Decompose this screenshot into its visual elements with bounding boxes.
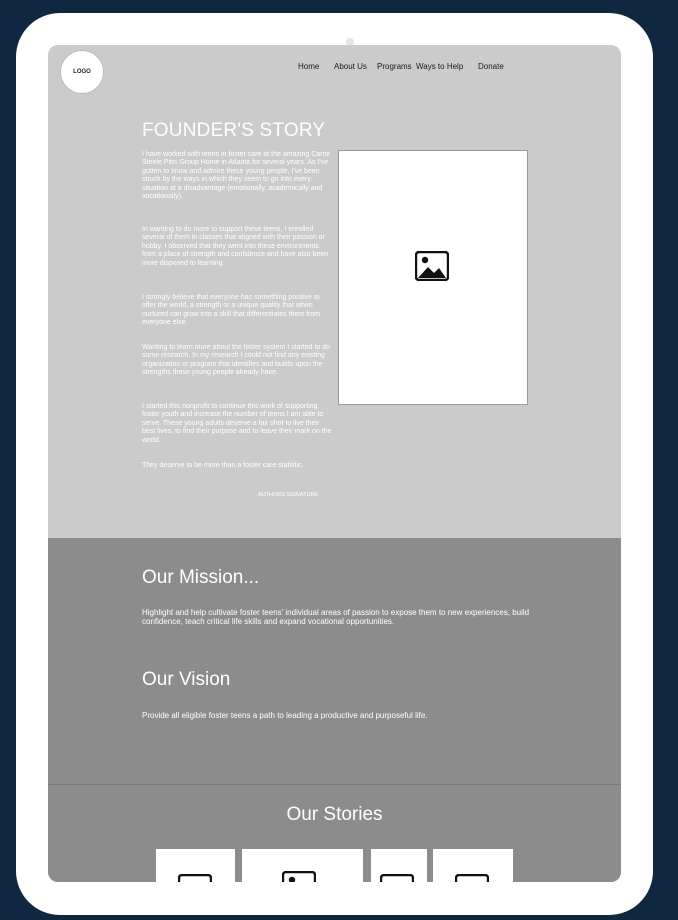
mission-vision-section: Our Mission... Highlight and help cultiv… [48,538,621,784]
story-card[interactable] [371,849,427,882]
story-image-icon [282,871,316,882]
stories-title: Our Stories [286,804,383,825]
story-card[interactable] [156,849,235,882]
founder-paragraph: I strongly believe that everyone has som… [142,294,321,327]
vision-text: Provide all eligible foster teens a path… [142,711,428,720]
story-image-icon [455,874,489,882]
story-card[interactable] [433,849,513,882]
founder-paragraph: Wanting to learn more about the foster s… [142,344,331,377]
vision-title: Our Vision [142,669,231,690]
stories-section: Our Stories [48,784,621,882]
founder-paragraph: In wanting to do more to support these t… [142,226,329,267]
story-image-icon [380,874,414,882]
nav-ways-to-help[interactable]: Ways to Help [416,62,463,71]
founder-title: FOUNDER'S STORY [142,120,326,141]
logo[interactable]: LOGO [60,50,104,94]
nav-about-us[interactable]: About Us [334,62,367,71]
founder-paragraph: They deserve to be more than a foster ca… [142,462,304,469]
mission-text: Highlight and help cultivate foster teen… [142,608,530,626]
website-screen: LOGO Home About Us Programs Ways to Help… [48,45,621,882]
founder-image-placeholder [338,150,528,405]
image-placeholder-icon [415,251,449,281]
nav-home[interactable]: Home [298,62,319,71]
story-card[interactable] [242,849,363,882]
founder-paragraph: I started this nonprofit to continue thi… [142,403,332,444]
nav-donate[interactable]: Donate [478,62,504,71]
story-image-icon [178,874,212,882]
nav-programs[interactable]: Programs [377,62,412,71]
founder-paragraph: I have worked with teens in foster care … [142,151,331,201]
author-signature: AUTHORS SIGNATURE [258,492,319,498]
mission-title: Our Mission... [142,567,260,588]
